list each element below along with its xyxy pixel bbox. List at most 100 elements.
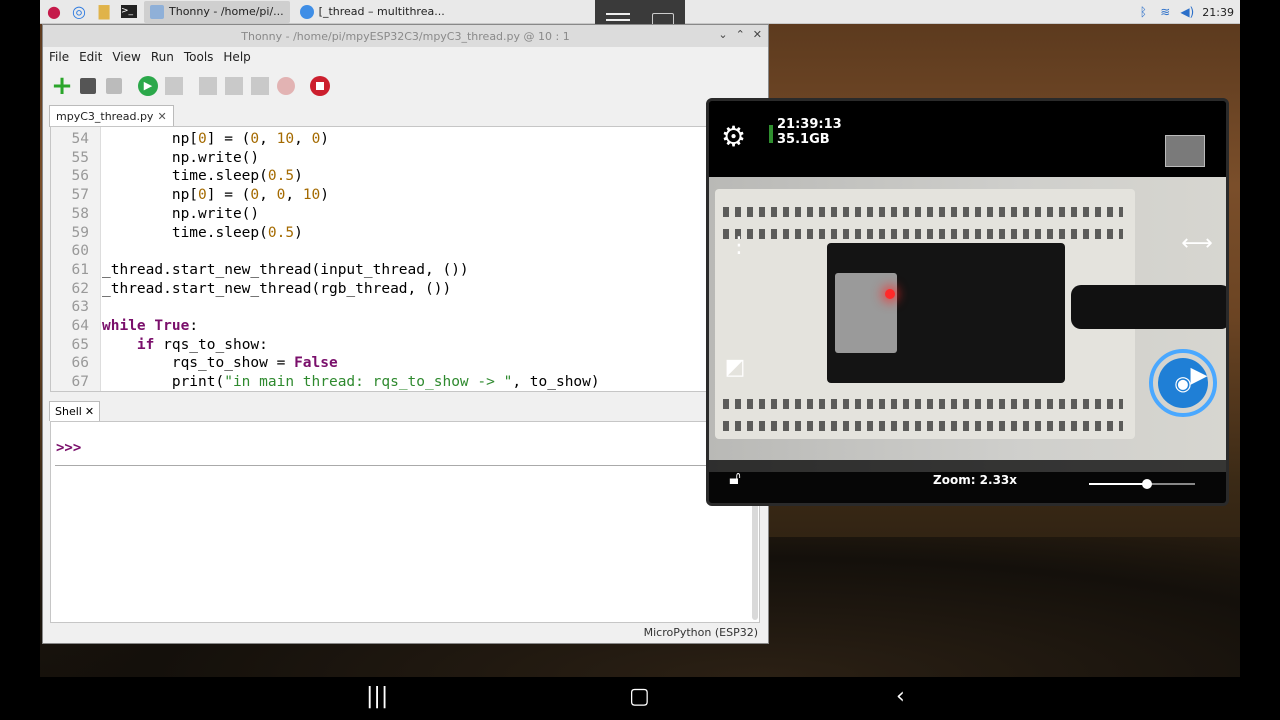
recent-apps-icon[interactable]: |||	[366, 684, 388, 709]
task-browser-label: [_thread – multithrea...	[318, 5, 445, 18]
code-text: time.sleep(0.5)	[102, 224, 303, 241]
close-shell-icon[interactable]: ✕	[85, 405, 94, 418]
line-number: 59	[71, 224, 89, 241]
task-browser[interactable]: [_thread – multithrea...	[294, 1, 451, 23]
browser-icon[interactable]: ◎	[68, 2, 90, 22]
plus-icon: +	[51, 71, 73, 101]
maximize-icon[interactable]: ⌃	[736, 28, 745, 41]
menu-view[interactable]: View	[112, 50, 140, 64]
menu-tools[interactable]: Tools	[184, 50, 214, 64]
volume-icon[interactable]: ◀)	[1180, 5, 1194, 19]
code-text: np.write()	[102, 205, 260, 222]
line-number: 60	[71, 243, 89, 260]
editor-tabs: mpyC3_thread.py ✕	[43, 105, 768, 127]
step-into-icon	[225, 77, 243, 95]
line-number: 54	[71, 131, 89, 147]
line-number: 61	[71, 261, 89, 278]
menu-edit[interactable]: Edit	[79, 50, 102, 64]
shell-console[interactable]: >>>	[50, 421, 760, 623]
menu-help[interactable]: Help	[223, 50, 250, 64]
back-icon[interactable]: ‹	[896, 684, 905, 709]
folder-icon	[80, 78, 96, 94]
zoom-slider[interactable]	[1089, 479, 1195, 489]
line-number: 66	[71, 355, 89, 372]
red-led	[885, 289, 895, 299]
aspect-ratio-icon[interactable]: ⟷	[1181, 231, 1213, 256]
camera-top-bar: ⚙ 21:39:13 35.1GB	[709, 101, 1226, 177]
thonny-window: Thonny - /home/pi/mpyESP32C3/mpyC3_threa…	[42, 24, 769, 644]
exposure-icon[interactable]: ◩	[719, 355, 751, 380]
menu-run[interactable]: Run	[151, 50, 174, 64]
close-tab-icon[interactable]: ✕	[157, 110, 166, 123]
debug-button[interactable]	[163, 75, 185, 97]
screen: ● ◎ ▇ >_ Thonny - /home/pi/... [_thread …	[0, 0, 1280, 720]
gallery-thumbnail[interactable]	[1165, 135, 1205, 167]
step-out-icon	[251, 77, 269, 95]
editor-tab-label: mpyC3_thread.py	[56, 110, 154, 123]
resume-button[interactable]	[275, 75, 297, 97]
tab-shell[interactable]: Shell ✕	[49, 401, 101, 421]
raspberry-menu-icon[interactable]: ●	[43, 2, 65, 22]
line-number: 64	[71, 318, 89, 334]
zoom-slider-fill	[1089, 483, 1148, 485]
line-number: 67	[71, 374, 89, 391]
more-options-icon[interactable]: ⋮	[723, 233, 755, 258]
code-text: _thread.start_new_thread(input_thread, (…	[102, 261, 469, 278]
step-into-button[interactable]	[223, 75, 245, 97]
camera-time: 21:39:13	[777, 117, 842, 132]
resume-icon	[277, 77, 295, 95]
file-manager-icon[interactable]: ▇	[93, 2, 115, 22]
code-editor[interactable]: 54 np[0] = (0, 10, 0) 55 np.write() 56 tim…	[50, 126, 746, 392]
step-over-button[interactable]	[197, 75, 219, 97]
usb-cable-image	[1071, 285, 1226, 329]
minimize-icon[interactable]: ⌄	[718, 28, 727, 41]
code-text: np[0] = (0, 0, 10)	[102, 187, 330, 204]
window-title: Thonny - /home/pi/mpyESP32C3/mpyC3_threa…	[241, 29, 570, 43]
save-file-button[interactable]	[103, 75, 125, 97]
window-title-bar[interactable]: Thonny - /home/pi/mpyESP32C3/mpyC3_threa…	[43, 25, 768, 47]
open-file-button[interactable]	[77, 75, 99, 97]
gear-icon[interactable]: ⚙	[721, 121, 753, 153]
code-text: print("in main thread: rqs_to_show -> ",…	[102, 374, 600, 391]
line-number: 55	[71, 149, 89, 166]
shell-tab-label: Shell	[55, 405, 82, 418]
menu-bar: File Edit View Run Tools Help	[43, 47, 768, 67]
lock-icon[interactable]: 🔓︎	[719, 468, 751, 489]
toolbar: + ▶	[43, 67, 768, 105]
run-button[interactable]: ▶	[137, 75, 159, 97]
code-text: np[0] = (0, 10, 0)	[102, 131, 330, 147]
code-text: time.sleep(0.5)	[102, 168, 303, 185]
terminal-icon[interactable]: >_	[118, 2, 140, 22]
task-thonny[interactable]: Thonny - /home/pi/...	[144, 0, 290, 23]
play-icon: ▶	[138, 76, 158, 96]
step-out-button[interactable]	[249, 75, 271, 97]
stop-button[interactable]	[309, 75, 331, 97]
line-number: 56	[71, 168, 89, 185]
task-thonny-label: Thonny - /home/pi/...	[169, 5, 284, 18]
code-text: while True:	[102, 318, 199, 334]
home-icon[interactable]: ▢	[629, 684, 650, 709]
line-number: 63	[71, 299, 89, 316]
camera-app-window: ⚙ 21:39:13 35.1GB ⋮ ◩ ⟷ ◉ ▶ 🔓︎ Zoom: 2.3…	[706, 98, 1229, 506]
system-tray: ᛒ ≋ ◀) 21:39	[1136, 0, 1234, 24]
shell-divider	[55, 465, 747, 466]
line-number: 65	[71, 336, 89, 353]
chromium-icon	[299, 4, 314, 19]
tab-editor-file[interactable]: mpyC3_thread.py ✕	[49, 105, 174, 127]
code-text: np.write()	[102, 149, 260, 166]
new-file-button[interactable]: +	[51, 71, 73, 101]
shell-prompt: >>>	[56, 440, 82, 456]
status-bar: MicroPython (ESP32)	[43, 623, 768, 643]
video-icon[interactable]: ▶	[1183, 363, 1215, 388]
line-number: 62	[71, 280, 89, 297]
menu-file[interactable]: File	[49, 50, 69, 64]
wifi-icon[interactable]: ≋	[1158, 5, 1172, 19]
zoom-label: Zoom: 2.33x	[933, 473, 1018, 487]
close-icon[interactable]: ✕	[753, 28, 762, 41]
debug-icon	[165, 77, 183, 95]
bluetooth-icon[interactable]: ᛒ	[1136, 5, 1150, 19]
camera-storage: 35.1GB	[777, 132, 830, 147]
esp32-module	[835, 273, 897, 353]
interpreter-status[interactable]: MicroPython (ESP32)	[644, 626, 758, 639]
clock[interactable]: 21:39	[1202, 6, 1234, 19]
